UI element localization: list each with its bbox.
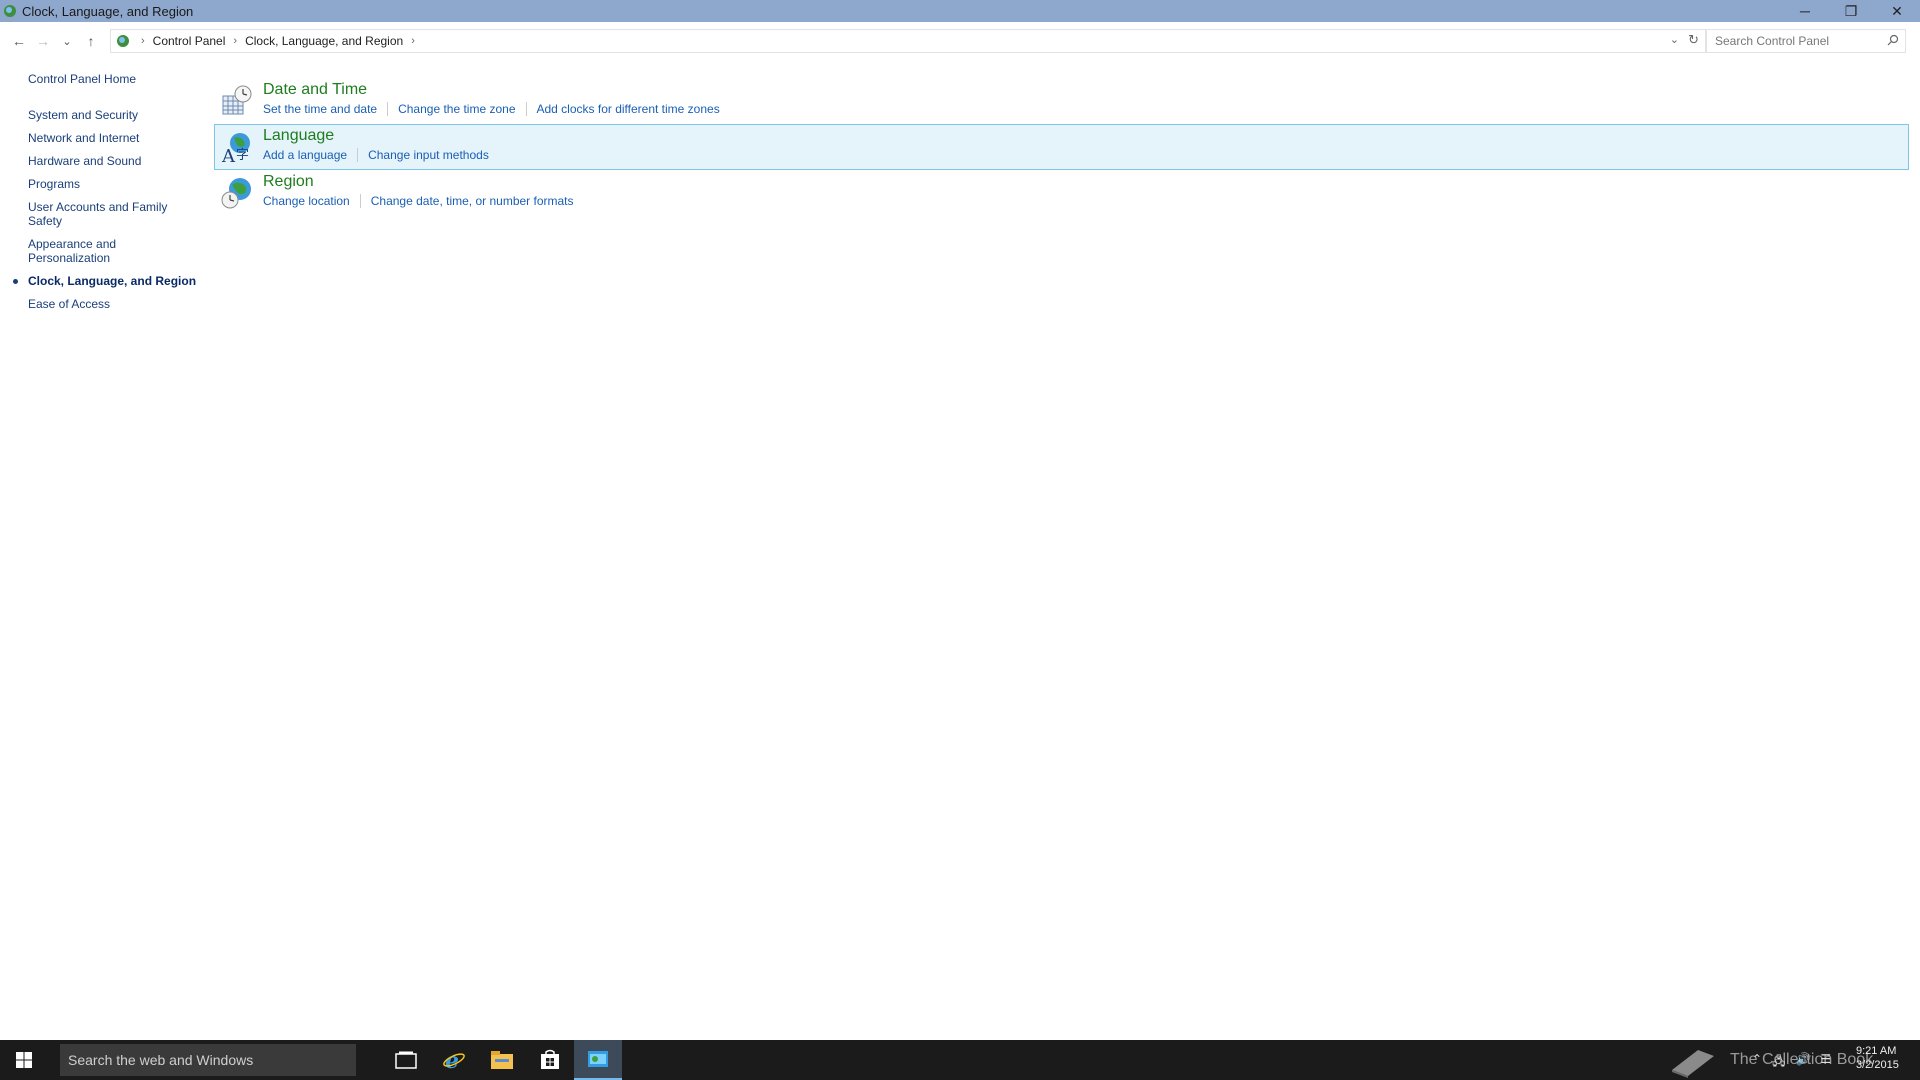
category-list: Date and Time Set the time and date Chan… — [214, 78, 1910, 216]
link-change-time-zone[interactable]: Change the time zone — [398, 101, 515, 117]
chevron-up-icon[interactable]: ⌃ — [1752, 1052, 1762, 1073]
link-set-time-date[interactable]: Set the time and date — [263, 101, 377, 117]
clock-time: 9:21 AM — [1856, 1045, 1897, 1057]
sidebar-item-control-panel-home[interactable]: Control Panel Home — [28, 72, 198, 86]
up-button[interactable]: ↑ — [79, 29, 103, 53]
category-language: A 字 Language Add a language Change input… — [214, 124, 1909, 170]
address-bar[interactable]: › Control Panel › Clock, Language, and R… — [110, 29, 1706, 53]
control-panel-taskbar-icon[interactable] — [574, 1040, 622, 1080]
category-title-date-time[interactable]: Date and Time — [263, 81, 720, 99]
link-add-language[interactable]: Add a language — [263, 147, 347, 163]
sidebar-item-system-security[interactable]: System and Security — [28, 108, 198, 122]
taskbar-search-placeholder: Search the web and Windows — [68, 1052, 254, 1068]
refresh-icon[interactable]: ↻ — [1688, 32, 1699, 48]
sidebar-item-user-accounts[interactable]: User Accounts and Family Safety — [28, 200, 178, 228]
breadcrumb-clock-language-region[interactable]: Clock, Language, and Region — [245, 34, 403, 48]
control-panel-icon — [113, 31, 133, 51]
sidebar-item-clock-language-region[interactable]: Clock, Language, and Region — [13, 274, 198, 288]
search-placeholder: Search Control Panel — [1715, 34, 1830, 48]
link-separator — [359, 194, 361, 208]
chevron-right-icon: › — [141, 35, 145, 47]
restore-button[interactable]: ❐ — [1828, 0, 1874, 22]
title-bar: Clock, Language, and Region ─ ❐ ✕ — [0, 0, 1920, 22]
navigation-bar: ← → ⌄ ↑ › Control Panel › Clock, Languag… — [0, 26, 1920, 56]
back-button[interactable]: ← — [7, 29, 31, 53]
category-region: Region Change location Change date, time… — [214, 170, 1910, 216]
taskbar-pinned-apps: e — [382, 1040, 622, 1080]
link-change-location[interactable]: Change location — [263, 193, 350, 209]
category-title-region[interactable]: Region — [263, 173, 574, 191]
start-button[interactable] — [0, 1040, 48, 1080]
windows-logo-icon — [16, 1052, 32, 1068]
control-panel-icon — [2, 3, 18, 19]
sidebar-item-appearance[interactable]: Appearance and Personalization — [28, 237, 138, 265]
chevron-right-icon[interactable]: › — [411, 35, 415, 47]
category-title-language[interactable]: Language — [263, 127, 489, 145]
sidebar: Control Panel Home System and Security N… — [13, 72, 198, 320]
svg-text:A: A — [221, 146, 236, 164]
link-separator — [387, 102, 389, 116]
notifications-icon[interactable]: ☰ — [1820, 1052, 1831, 1073]
chevron-right-icon[interactable]: › — [233, 35, 237, 47]
clock-calendar-icon[interactable] — [217, 81, 257, 121]
chevron-down-icon[interactable]: ⌄ — [1670, 33, 1679, 46]
internet-explorer-icon[interactable]: e — [430, 1040, 478, 1080]
sidebar-item-ease-of-access[interactable]: Ease of Access — [28, 297, 198, 311]
forward-button[interactable]: → — [31, 29, 55, 53]
system-tray: ⌃ 🖧 🔊 ☰ — [1752, 1052, 1831, 1073]
window-controls: ─ ❐ ✕ — [1782, 0, 1920, 22]
language-globe-icon[interactable]: A 字 — [217, 127, 257, 167]
taskbar-search-input[interactable]: Search the web and Windows — [60, 1044, 356, 1076]
taskbar: Search the web and Windows e The Collect… — [0, 1040, 1920, 1080]
task-view-icon[interactable] — [382, 1040, 430, 1080]
window-title: Clock, Language, and Region — [22, 3, 194, 19]
sidebar-item-programs[interactable]: Programs — [28, 177, 198, 191]
clock-date: 3/2/2015 — [1856, 1059, 1899, 1071]
store-icon[interactable] — [526, 1040, 574, 1080]
minimize-button[interactable]: ─ — [1782, 0, 1828, 22]
sidebar-item-hardware-sound[interactable]: Hardware and Sound — [28, 154, 198, 168]
link-separator — [357, 148, 359, 162]
svg-text:字: 字 — [236, 148, 249, 163]
volume-icon[interactable]: 🔊 — [1795, 1052, 1810, 1073]
close-button[interactable]: ✕ — [1874, 0, 1920, 22]
link-change-input-methods[interactable]: Change input methods — [368, 147, 489, 163]
link-add-clocks[interactable]: Add clocks for different time zones — [537, 101, 720, 117]
link-separator — [525, 102, 527, 116]
book-logo-icon — [1672, 1050, 1714, 1078]
file-explorer-icon[interactable] — [478, 1040, 526, 1080]
network-icon[interactable]: 🖧 — [1772, 1052, 1785, 1073]
breadcrumb-control-panel[interactable]: Control Panel — [153, 34, 226, 48]
sidebar-item-network-internet[interactable]: Network and Internet — [28, 131, 198, 145]
link-change-formats[interactable]: Change date, time, or number formats — [371, 193, 574, 209]
recent-locations-button[interactable]: ⌄ — [55, 29, 79, 53]
category-date-time: Date and Time Set the time and date Chan… — [214, 78, 1910, 124]
taskbar-clock[interactable]: 9:21 AM 3/2/2015 — [1856, 1044, 1899, 1072]
search-input[interactable]: Search Control Panel — [1706, 29, 1906, 53]
search-icon[interactable] — [1887, 34, 1899, 49]
region-globe-icon[interactable] — [217, 173, 257, 213]
